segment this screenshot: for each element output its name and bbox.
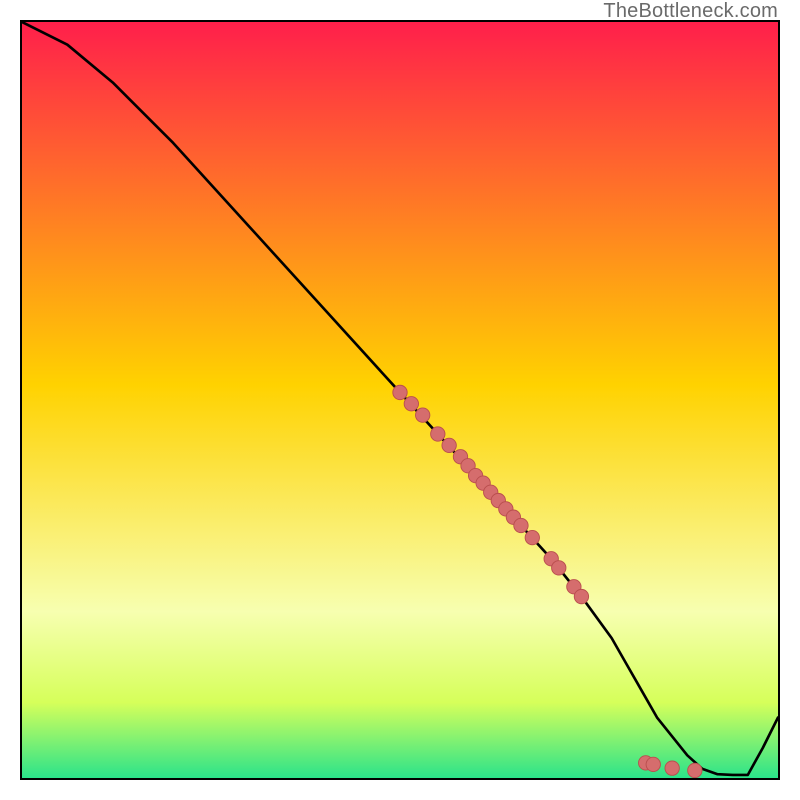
chart-container: TheBottleneck.com	[0, 0, 800, 800]
data-point	[552, 561, 566, 575]
data-point	[514, 518, 528, 532]
plot-area	[20, 20, 780, 780]
data-point	[574, 589, 588, 603]
data-point	[404, 397, 418, 411]
data-point	[442, 438, 456, 452]
curve-layer	[22, 22, 778, 778]
data-point	[431, 427, 445, 441]
data-points	[393, 385, 702, 777]
data-point	[525, 530, 539, 544]
data-point	[415, 408, 429, 422]
data-point	[688, 763, 702, 777]
data-point	[665, 761, 679, 775]
data-point	[646, 757, 660, 771]
data-point	[393, 385, 407, 399]
